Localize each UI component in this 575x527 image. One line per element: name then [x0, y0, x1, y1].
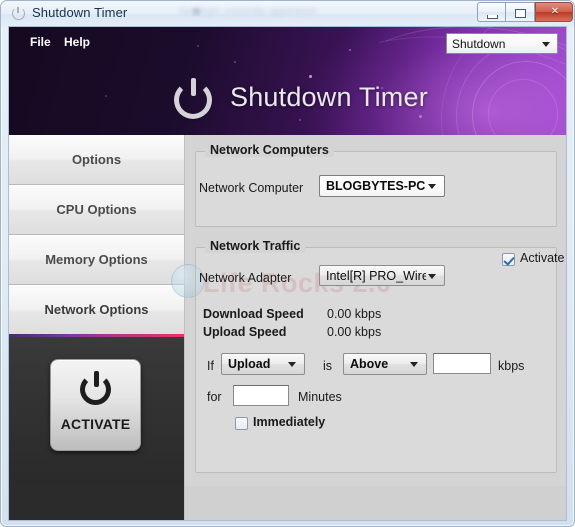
network-computer-value: BLOGBYTES-PC: [326, 179, 426, 193]
rule-threshold-input[interactable]: [433, 353, 491, 374]
activate-button-label: ACTIVATE: [60, 416, 131, 432]
decorative-ring: [472, 61, 566, 135]
rule-metric-value: Upload: [228, 357, 271, 371]
app-banner: File Help Shutdown Timer Shutdown: [9, 27, 566, 135]
network-adapter-label: Network Adapter: [199, 271, 292, 285]
decorative-spark: [234, 61, 236, 63]
bottom-status-strip: [184, 486, 566, 520]
download-speed-value: 0.00 kbps: [327, 307, 382, 321]
sidebar-item-label: Options: [71, 152, 122, 167]
sidebar-item-label: Memory Options: [45, 252, 148, 267]
traffic-activate-label: Activate: [520, 251, 565, 265]
decorative-spark: [105, 95, 107, 97]
chevron-down-icon: [542, 42, 550, 47]
maximize-button[interactable]: [506, 2, 535, 22]
minimize-icon: [487, 15, 498, 19]
upload-speed-value: 0.00 kbps: [327, 325, 382, 339]
sidebar-item-network-options[interactable]: Network Options: [9, 285, 184, 335]
decorative-spark: [349, 49, 351, 51]
power-icon: [11, 6, 26, 21]
power-icon: [172, 78, 214, 121]
menu-item-help[interactable]: Help: [64, 35, 90, 49]
power-icon: [79, 371, 114, 408]
ghost-text: Set logs: commits appeared: [179, 5, 316, 17]
mode-select-value: Shutdown: [452, 37, 506, 51]
application-window: Shutdown Timer Set logs: commits appeare…: [0, 0, 575, 527]
close-icon: ×: [551, 4, 559, 19]
mode-select[interactable]: Shutdown: [446, 33, 558, 54]
chevron-down-icon: [428, 184, 436, 189]
decorative-spark: [419, 115, 422, 118]
rule-if-label: If: [207, 359, 214, 373]
network-adapter-value: Intel[R] PRO_Wireless: [326, 269, 426, 283]
title-bar[interactable]: Shutdown Timer Set logs: commits appeare…: [1, 1, 574, 27]
sidebar-item-options[interactable]: Options: [9, 135, 184, 185]
decorative-spark: [299, 119, 301, 121]
upload-speed-label: Upload Speed: [203, 325, 287, 339]
sidebar-item-cpu-options[interactable]: CPU Options: [9, 185, 184, 235]
window-title: Shutdown Timer: [32, 5, 128, 20]
minimize-button[interactable]: [477, 2, 506, 22]
rule-comparison-value: Above: [350, 357, 389, 371]
sidebar-item-label: Network Options: [44, 302, 149, 317]
immediately-checkbox[interactable]: [235, 417, 248, 430]
decorative-spark: [197, 45, 199, 47]
chevron-down-icon: [410, 362, 418, 367]
maximize-icon: [515, 9, 526, 18]
rule-is-label: is: [323, 359, 333, 373]
decorative-ring: [456, 41, 566, 135]
rule-for-label: for: [207, 390, 222, 404]
network-adapter-select[interactable]: Intel[R] PRO_Wireless: [319, 265, 445, 286]
sidebar-item-memory-options[interactable]: Memory Options: [9, 235, 184, 285]
immediately-label: Immediately: [253, 415, 326, 429]
activate-button[interactable]: ACTIVATE: [50, 359, 141, 451]
chevron-down-icon: [428, 274, 436, 279]
app-logo-text: Shutdown Timer: [230, 82, 428, 112]
rule-unit-label: kbps: [498, 359, 525, 373]
rule-metric-select[interactable]: Upload: [221, 353, 305, 375]
menu-item-file[interactable]: File: [30, 35, 51, 49]
sidebar-item-label: CPU Options: [56, 202, 137, 217]
chevron-down-icon: [288, 362, 296, 367]
content-panel: Life Rocks 2.0 Network Computers Network…: [171, 135, 566, 486]
decorative-ring: [488, 79, 558, 135]
close-button[interactable]: ×: [535, 2, 573, 22]
rule-minutes-input[interactable]: [233, 385, 289, 406]
group-title: Network Traffic: [205, 239, 306, 253]
decorative-spark: [309, 75, 312, 78]
traffic-activate-checkbox[interactable]: [502, 253, 515, 266]
network-computer-label: Network Computer: [199, 181, 304, 195]
rule-minutes-label: Minutes: [298, 390, 342, 404]
download-speed-label: Download Speed: [203, 307, 304, 321]
network-computer-select[interactable]: BLOGBYTES-PC: [319, 175, 445, 197]
group-title: Network Computers: [205, 143, 334, 157]
bottom-dark-strip: [9, 486, 184, 520]
rule-comparison-select[interactable]: Above: [343, 353, 427, 375]
